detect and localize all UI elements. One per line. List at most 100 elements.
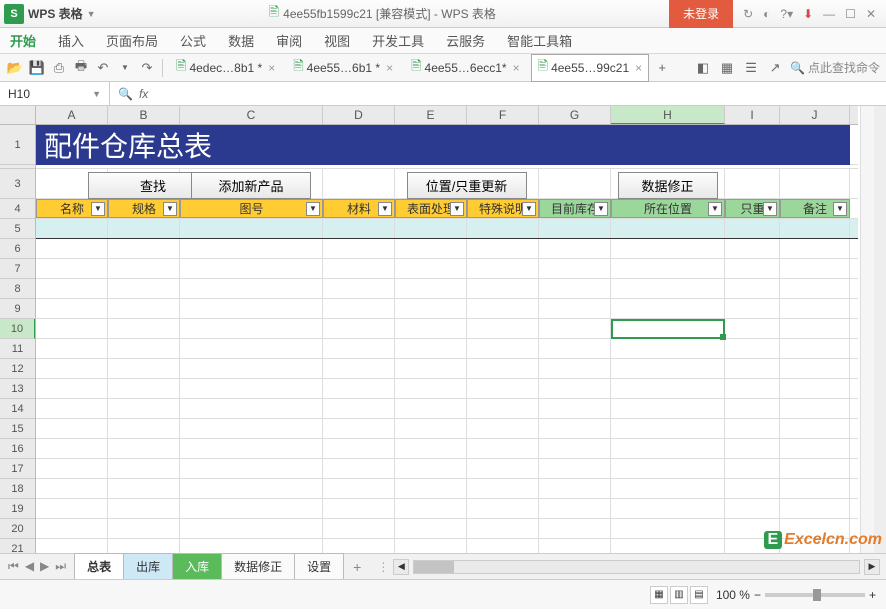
filter-icon[interactable]: ▼: [708, 202, 722, 216]
scroll-left-icon[interactable]: ◀: [393, 559, 409, 575]
menu-start[interactable]: 开始: [10, 31, 36, 50]
row-11[interactable]: 11: [0, 339, 35, 359]
undo-icon[interactable]: ↶: [94, 59, 112, 77]
hdr-drawing[interactable]: 图号▼: [180, 199, 323, 218]
col-H[interactable]: H: [611, 106, 725, 124]
tools-icon[interactable]: ☰: [742, 59, 760, 77]
filter-icon[interactable]: ▼: [833, 202, 847, 216]
name-box[interactable]: H10 ▼: [0, 82, 110, 105]
hdr-location[interactable]: 所在位置▼: [611, 199, 725, 218]
row-19[interactable]: 19: [0, 499, 35, 519]
pin-icon[interactable]: ⬇: [801, 5, 815, 23]
menu-dev[interactable]: 开发工具: [372, 31, 424, 50]
add-tab-icon[interactable]: +: [653, 59, 671, 77]
col-D[interactable]: D: [323, 106, 395, 124]
skin-icon[interactable]: ◐: [761, 5, 772, 23]
zoom-in-icon[interactable]: +: [869, 588, 876, 602]
row-17[interactable]: 17: [0, 459, 35, 479]
minimize-icon[interactable]: —: [821, 5, 837, 23]
row-20[interactable]: 20: [0, 519, 35, 539]
maximize-icon[interactable]: ☐: [843, 5, 858, 23]
add-product-button[interactable]: 添加新产品: [191, 172, 311, 199]
close-tab-icon[interactable]: ×: [635, 61, 642, 75]
dropdown-icon[interactable]: ▼: [116, 59, 134, 77]
col-B[interactable]: B: [108, 106, 180, 124]
filter-icon[interactable]: ▼: [163, 202, 177, 216]
row-9[interactable]: 9: [0, 299, 35, 319]
hdr-material[interactable]: 材料▼: [323, 199, 395, 218]
col-G[interactable]: G: [539, 106, 611, 124]
open-icon[interactable]: 📂: [6, 59, 24, 77]
row-21[interactable]: 21: [0, 539, 35, 553]
hdr-spec[interactable]: 规格▼: [108, 199, 180, 218]
row-13[interactable]: 13: [0, 379, 35, 399]
row-18[interactable]: 18: [0, 479, 35, 499]
col-C[interactable]: C: [180, 106, 323, 124]
menu-insert[interactable]: 插入: [58, 31, 84, 50]
zoom-slider[interactable]: [765, 593, 865, 597]
hdr-only[interactable]: 只重▼: [725, 199, 780, 218]
menu-review[interactable]: 审阅: [276, 31, 302, 50]
save-icon[interactable]: 💾: [28, 59, 46, 77]
select-all-corner[interactable]: [0, 106, 36, 125]
filter-icon[interactable]: ▼: [378, 202, 392, 216]
search-command[interactable]: 🔍 点此查找命令: [790, 59, 880, 76]
menu-data[interactable]: 数据: [228, 31, 254, 50]
vertical-scrollbar[interactable]: [860, 106, 874, 553]
sheet-title[interactable]: 配件仓库总表: [36, 125, 850, 165]
hdr-surface[interactable]: 表面处理▼: [395, 199, 467, 218]
app-dropdown-icon[interactable]: ▼: [87, 9, 96, 19]
row-6[interactable]: 6: [0, 239, 35, 259]
fix-data-button[interactable]: 数据修正: [618, 172, 718, 199]
sidebar-icon[interactable]: ◧: [694, 59, 712, 77]
hdr-note[interactable]: 备注▼: [780, 199, 850, 218]
col-J[interactable]: J: [780, 106, 850, 124]
page-break-icon[interactable]: ▤: [690, 586, 708, 604]
print-icon[interactable]: ⎙: [50, 59, 68, 77]
filter-icon[interactable]: ▼: [306, 202, 320, 216]
help-icon[interactable]: ?▾: [778, 5, 795, 23]
zoom-out-icon[interactable]: −: [754, 588, 761, 602]
sheettab-fix[interactable]: 数据修正: [221, 553, 295, 580]
prev-sheet-icon[interactable]: ◀: [23, 559, 36, 574]
row-14[interactable]: 14: [0, 399, 35, 419]
last-sheet-icon[interactable]: ⏭: [53, 559, 68, 574]
menu-view[interactable]: 视图: [324, 31, 350, 50]
row-4[interactable]: 4: [0, 199, 35, 219]
sheettab-summary[interactable]: 总表: [74, 553, 124, 580]
login-button[interactable]: 未登录: [669, 0, 733, 28]
menu-smart[interactable]: 智能工具箱: [507, 31, 572, 50]
filter-icon[interactable]: ▼: [594, 202, 608, 216]
hdr-name[interactable]: 名称▼: [36, 199, 108, 218]
filter-icon[interactable]: ▼: [522, 202, 536, 216]
scroll-right-icon[interactable]: ▶: [864, 559, 880, 575]
chevron-down-icon[interactable]: ▼: [92, 89, 101, 99]
grid-icon[interactable]: ▦: [718, 59, 736, 77]
close-tab-icon[interactable]: ×: [386, 61, 393, 75]
col-I[interactable]: I: [725, 106, 780, 124]
col-F[interactable]: F: [467, 106, 539, 124]
filter-icon[interactable]: ▼: [91, 202, 105, 216]
hdr-stock[interactable]: 目前库存▼: [539, 199, 611, 218]
row-10[interactable]: 10: [0, 319, 35, 339]
close-icon[interactable]: ✕: [864, 5, 878, 23]
doctab-4[interactable]: 🖹4ee55…99c21×: [531, 54, 650, 82]
redo-icon[interactable]: ↷: [138, 59, 156, 77]
sync-icon[interactable]: ↻: [741, 5, 755, 23]
hdr-special[interactable]: 特殊说明▼: [467, 199, 539, 218]
row-16[interactable]: 16: [0, 439, 35, 459]
share-icon[interactable]: ↗: [766, 59, 784, 77]
update-location-button[interactable]: 位置/只重更新: [407, 172, 527, 199]
row-3[interactable]: 3: [0, 169, 35, 199]
first-sheet-icon[interactable]: ⏮: [6, 559, 21, 574]
row-12[interactable]: 12: [0, 359, 35, 379]
doctab-1[interactable]: 🖹4edec…8b1 *×: [169, 54, 282, 82]
add-sheet-icon[interactable]: +: [343, 555, 371, 579]
grid[interactable]: 配件仓库总表 查找 添加新产品 位置/只重更新 数据修正 名称▼ 规格▼ 图号▼…: [36, 125, 858, 553]
hscroll-track[interactable]: [413, 560, 860, 574]
doctab-3[interactable]: 🖹4ee55…6ecc1*×: [404, 54, 527, 82]
row-15[interactable]: 15: [0, 419, 35, 439]
page-layout-icon[interactable]: ▥: [670, 586, 688, 604]
close-tab-icon[interactable]: ×: [513, 61, 520, 75]
doctab-2[interactable]: 🖹4ee55…6b1 *×: [286, 54, 400, 82]
